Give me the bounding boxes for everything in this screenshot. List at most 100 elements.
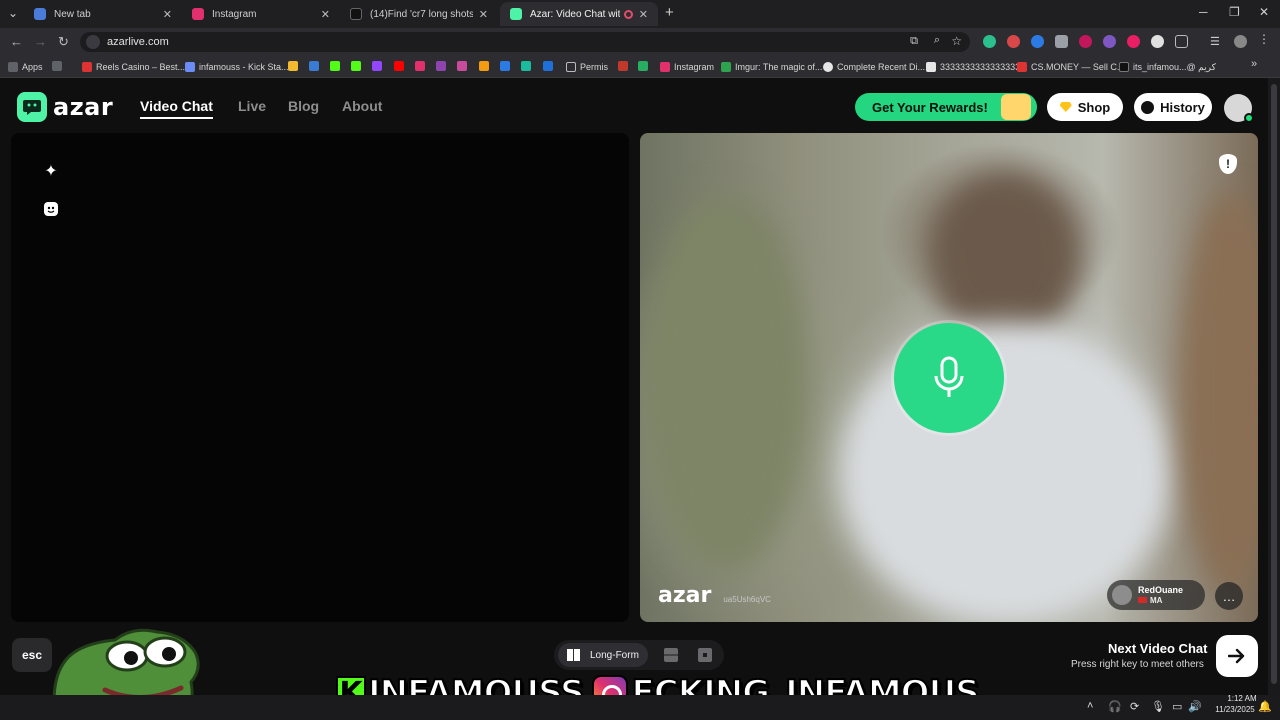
- bookmark-icon[interactable]: [543, 61, 553, 71]
- bookmark-instagram[interactable]: Instagram: [660, 60, 714, 74]
- kick-icon[interactable]: [351, 61, 361, 71]
- gmail-icon[interactable]: [457, 61, 467, 71]
- media-icon[interactable]: ☰: [1210, 35, 1223, 48]
- layout-long-form-button[interactable]: Long-Form: [558, 643, 648, 667]
- partner-country: MA: [1150, 595, 1163, 605]
- taskbar-date[interactable]: 11/23/2025: [1208, 705, 1262, 714]
- long-form-icon: [567, 649, 580, 661]
- url-input[interactable]: azarlive.com ⧉ ⌕ ☆: [80, 32, 970, 52]
- bookmark-icon[interactable]: [618, 61, 628, 71]
- extension-icon[interactable]: [1055, 35, 1068, 48]
- back-icon[interactable]: ←: [10, 34, 23, 49]
- azar-logo[interactable]: azar: [17, 92, 113, 122]
- bookmark-csmoney[interactable]: CS.MONEY — Sell C...: [1017, 60, 1124, 74]
- extension-icon[interactable]: [1007, 35, 1020, 48]
- extension-icon[interactable]: [1079, 35, 1092, 48]
- bookmark-icon: [82, 62, 92, 72]
- sync-icon[interactable]: ⟳: [1130, 700, 1139, 713]
- extensions-puzzle-icon[interactable]: [1175, 35, 1188, 48]
- nav-video-chat[interactable]: Video Chat: [140, 98, 213, 119]
- microphone-icon[interactable]: [894, 323, 1004, 433]
- forward-icon[interactable]: →: [34, 34, 47, 49]
- bookmark-icon[interactable]: [436, 61, 446, 71]
- messenger-icon[interactable]: [500, 61, 510, 71]
- youtube-icon[interactable]: [394, 61, 404, 71]
- layout-label: Long-Form: [590, 649, 639, 661]
- twitch-icon[interactable]: [372, 61, 382, 71]
- browser-tab-new-tab[interactable]: New tab ✕: [24, 2, 182, 26]
- reload-icon[interactable]: ↻: [58, 34, 69, 50]
- profile-icon[interactable]: [1234, 35, 1247, 48]
- close-icon[interactable]: ✕: [639, 8, 648, 21]
- close-window-icon[interactable]: ✕: [1259, 5, 1269, 19]
- report-shield-icon[interactable]: !: [1219, 154, 1237, 174]
- nav-live[interactable]: Live: [238, 98, 266, 114]
- browser-tab-tiktok[interactable]: (14)Find 'cr7 long shots' on Tik ✕: [340, 2, 498, 26]
- menu-kebab-icon[interactable]: ⋮: [1258, 32, 1271, 46]
- binance-icon[interactable]: [288, 61, 298, 71]
- extension-icon[interactable]: [983, 35, 996, 48]
- network-icon[interactable]: ▭: [1172, 700, 1182, 713]
- stacked-layout-icon[interactable]: [664, 648, 678, 662]
- close-icon[interactable]: ✕: [163, 8, 172, 21]
- tab-search-icon[interactable]: ⌄: [8, 6, 18, 20]
- instagram-icon[interactable]: [415, 61, 425, 71]
- browser-tab-azar[interactable]: Azar: Video Chat with New ✕: [500, 2, 658, 26]
- bookmark-permis[interactable]: Permis: [566, 60, 608, 74]
- minimize-icon[interactable]: ─: [1199, 5, 1208, 19]
- new-tab-plus-icon[interactable]: +: [665, 4, 674, 21]
- bookmark-label: 3333333333333333: [940, 62, 1021, 72]
- volume-icon[interactable]: 🔊: [1188, 700, 1202, 713]
- maximize-icon[interactable]: ❐: [1229, 5, 1240, 19]
- get-rewards-button[interactable]: Get Your Rewards!: [855, 93, 1037, 121]
- blurred-background-wall: [1180, 193, 1258, 593]
- kick-icon[interactable]: [330, 61, 340, 71]
- notification-bell-icon[interactable]: 🔔: [1258, 700, 1272, 713]
- bookmark-imgur[interactable]: Imgur: The magic of...: [721, 60, 822, 74]
- bookmark-apps[interactable]: Apps: [8, 60, 43, 74]
- extension-icon[interactable]: [1031, 35, 1044, 48]
- close-icon[interactable]: ✕: [479, 8, 488, 21]
- arrow-right-icon: [1228, 648, 1245, 664]
- sparkle-effects-icon[interactable]: ✦: [41, 161, 61, 181]
- bookmark-icon[interactable]: [309, 61, 319, 71]
- close-icon[interactable]: ✕: [321, 8, 330, 21]
- history-button[interactable]: History: [1134, 93, 1212, 121]
- apps-grid-icon[interactable]: [52, 61, 62, 71]
- bookmark-icon[interactable]: [521, 61, 531, 71]
- shop-button[interactable]: Shop: [1047, 93, 1123, 121]
- scrollbar-thumb[interactable]: [1271, 84, 1277, 684]
- next-chat-button[interactable]: [1216, 635, 1258, 677]
- bookmark-333[interactable]: 3333333333333333: [926, 60, 1020, 74]
- bookmark-github[interactable]: Complete Recent Di...: [823, 60, 925, 74]
- github-icon: [823, 62, 833, 72]
- bookmark-its-infamou[interactable]: its_infamou...@ كريم: [1119, 60, 1216, 74]
- bookmark-infamouss-kick[interactable]: infamouss - Kick Sta...: [185, 60, 289, 74]
- chat-bubble-icon[interactable]: …: [1215, 582, 1243, 610]
- bookmark-icon[interactable]: [638, 61, 648, 71]
- bookmark-label: infamouss - Kick Sta...: [199, 62, 289, 72]
- site-info-icon[interactable]: [86, 35, 100, 49]
- nav-blog[interactable]: Blog: [288, 98, 319, 114]
- page-scrollbar[interactable]: [1268, 78, 1280, 695]
- partner-profile-chip[interactable]: RedOuane MA: [1107, 580, 1205, 610]
- show-hidden-icons-icon[interactable]: ˄: [1087, 700, 1093, 712]
- microphone-tray-icon[interactable]: 🎙: [1151, 700, 1165, 713]
- bookmark-icon[interactable]: [479, 61, 489, 71]
- headset-icon[interactable]: 🎧: [1108, 700, 1122, 713]
- install-icon[interactable]: ⧉: [910, 35, 918, 48]
- browser-tab-instagram[interactable]: Instagram ✕: [182, 2, 340, 26]
- user-avatar[interactable]: [1224, 94, 1254, 123]
- zoom-icon[interactable]: ⌕: [934, 34, 940, 47]
- face-filter-icon[interactable]: [41, 199, 61, 219]
- grid-layout-icon[interactable]: [698, 648, 712, 662]
- extension-icon[interactable]: [1103, 35, 1116, 48]
- taskbar-time[interactable]: 1:12 AM: [1222, 694, 1262, 703]
- bookmark-star-icon[interactable]: ☆: [951, 34, 962, 48]
- bookmark-reels-casino[interactable]: Reels Casino – Best...: [82, 60, 185, 74]
- extension-icon[interactable]: [1151, 35, 1164, 48]
- more-bookmarks-icon[interactable]: »: [1251, 58, 1257, 70]
- browser-tab-icon: [34, 8, 46, 20]
- extension-icon[interactable]: [1127, 35, 1140, 48]
- nav-about[interactable]: About: [342, 98, 382, 114]
